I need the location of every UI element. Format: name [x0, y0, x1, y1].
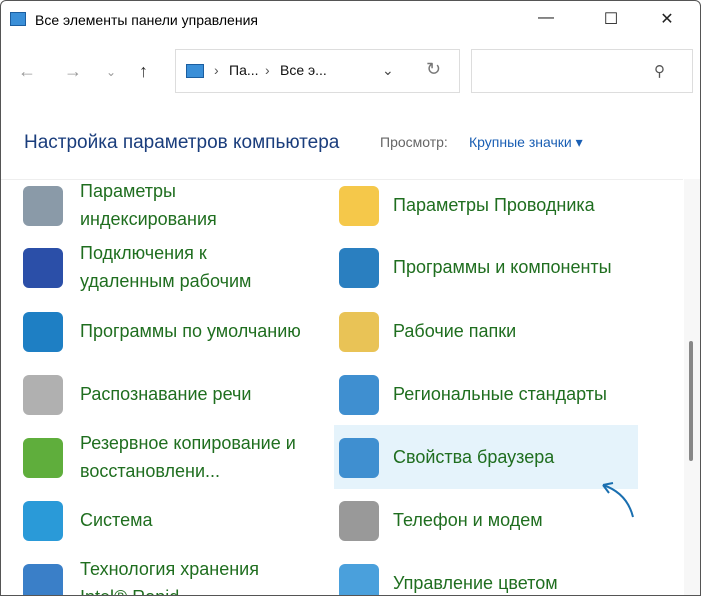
breadcrumb-separator: ›: [265, 62, 270, 78]
control-panel-item[interactable]: Рабочие папки: [334, 299, 638, 363]
breadcrumb-separator: ›: [214, 62, 219, 78]
microphone-icon: [23, 375, 63, 415]
region-icon: [339, 375, 379, 415]
item-label: Система: [80, 510, 153, 530]
control-panel-item[interactable]: Программы и компоненты: [334, 235, 638, 299]
search-input[interactable]: ⚲: [471, 49, 693, 93]
programs-features-icon: [339, 248, 379, 288]
maximize-button[interactable]: ☐: [591, 9, 631, 31]
window: Все элементы панели управления — ☐ ✕ ← →…: [0, 0, 701, 596]
breadcrumb-item[interactable]: Все э...: [280, 62, 327, 78]
remote-desktop-icon: [23, 248, 63, 288]
control-panel-item[interactable]: Параметры Проводника: [334, 180, 638, 237]
search-icon: ⚲: [654, 63, 665, 80]
back-button[interactable]: ←: [18, 61, 36, 82]
up-button[interactable]: ↑: [139, 61, 148, 82]
control-panel-icon: [186, 64, 204, 78]
refresh-button[interactable]: ↻: [426, 59, 441, 80]
item-label: Программы по умолчанию: [80, 321, 301, 341]
intel-storage-icon: [23, 564, 63, 595]
color-management-icon: [339, 564, 379, 595]
view-dropdown[interactable]: Крупные значки ▾: [469, 134, 583, 151]
item-label: Свойства браузера: [393, 447, 555, 467]
view-label: Просмотр:: [380, 134, 448, 150]
item-label: Программы и компоненты: [393, 257, 612, 277]
forward-button[interactable]: →: [64, 61, 82, 82]
close-button[interactable]: ✕: [647, 9, 687, 31]
item-label: Телефон и модем: [393, 510, 543, 530]
item-label: Подключения к удаленным рабочим: [80, 243, 252, 291]
control-panel-item[interactable]: Резервное копирование и восстановлени...: [1, 425, 305, 489]
control-panel-item[interactable]: Система: [1, 488, 305, 552]
address-bar[interactable]: › Па... › Все э... ⌄ ↻: [175, 49, 460, 93]
control-panel-icon: [10, 12, 26, 26]
items-grid: Параметры индексирования Подключения к уд…: [1, 179, 683, 595]
control-panel-item[interactable]: Распознавание речи: [1, 362, 305, 426]
work-folders-icon: [339, 312, 379, 352]
recent-locations-button[interactable]: ⌄: [106, 65, 116, 79]
item-label: Рабочие папки: [393, 321, 517, 341]
default-programs-icon: [23, 312, 63, 352]
control-panel-item[interactable]: Региональные стандарты: [334, 362, 638, 426]
title-bar: Все элементы панели управления — ☐ ✕: [1, 1, 700, 39]
window-title: Все элементы панели управления: [35, 12, 258, 28]
item-label: Параметры индексирования: [80, 181, 217, 229]
backup-icon: [23, 438, 63, 478]
breadcrumb-item[interactable]: Па...: [229, 62, 259, 78]
item-label: Резервное копирование и восстановлени...: [80, 433, 296, 481]
item-label: Параметры Проводника: [393, 195, 595, 215]
annotation-arrow: [602, 482, 634, 518]
control-panel-item[interactable]: Технология хранения Intel® Rapid: [1, 551, 305, 595]
item-label: Распознавание речи: [80, 384, 252, 404]
system-icon: [23, 501, 63, 541]
control-panel-item[interactable]: Управление цветом: [334, 551, 638, 595]
folder-options-icon: [339, 186, 379, 226]
control-panel-item[interactable]: Параметры индексирования: [1, 180, 305, 237]
page-title: Настройка параметров компьютера: [24, 132, 340, 153]
indexing-icon: [23, 186, 63, 226]
scrollbar-thumb[interactable]: [689, 341, 693, 461]
item-label: Технология хранения Intel® Rapid: [80, 559, 259, 595]
control-panel-item[interactable]: Подключения к удаленным рабочим: [1, 235, 305, 299]
minimize-button[interactable]: —: [526, 9, 566, 31]
address-dropdown-button[interactable]: ⌄: [382, 62, 394, 79]
internet-options-icon: [339, 438, 379, 478]
phone-modem-icon: [339, 501, 379, 541]
item-label: Управление цветом: [393, 573, 558, 593]
control-panel-item[interactable]: Программы по умолчанию: [1, 299, 305, 363]
item-label: Региональные стандарты: [393, 384, 607, 404]
scrollbar[interactable]: [684, 179, 700, 595]
